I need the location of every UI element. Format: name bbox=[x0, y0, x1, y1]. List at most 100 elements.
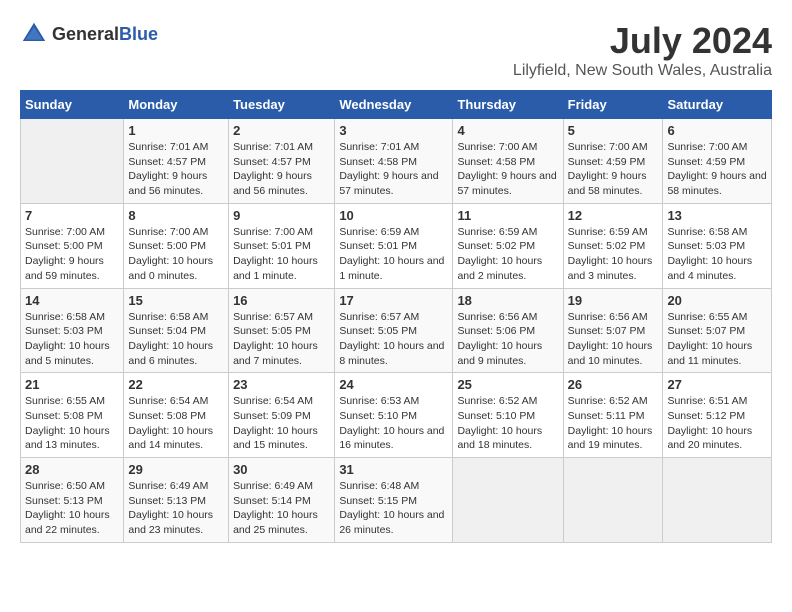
calendar-cell: 27 Sunrise: 6:51 AMSunset: 5:12 PMDayligh… bbox=[663, 373, 772, 458]
day-info: Sunrise: 6:58 AMSunset: 5:03 PMDaylight:… bbox=[25, 310, 119, 369]
day-info: Sunrise: 7:00 AMSunset: 5:00 PMDaylight:… bbox=[128, 225, 224, 284]
calendar-cell: 12 Sunrise: 6:59 AMSunset: 5:02 PMDayligh… bbox=[563, 203, 663, 288]
calendar-cell: 3Sunrise: 7:01 AMSunset: 4:58 PMDaylight… bbox=[335, 119, 453, 204]
calendar-cell: 21 Sunrise: 6:55 AMSunset: 5:08 PMDayligh… bbox=[21, 373, 124, 458]
day-number: 8 bbox=[128, 208, 224, 223]
calendar-cell bbox=[21, 119, 124, 204]
day-number: 18 bbox=[457, 293, 558, 308]
day-number: 10 bbox=[339, 208, 448, 223]
logo-text-general: General bbox=[52, 24, 119, 45]
calendar-cell: 11Sunrise: 6:59 AMSunset: 5:02 PMDayligh… bbox=[453, 203, 563, 288]
day-number: 1 bbox=[128, 123, 224, 138]
logo-text-blue: Blue bbox=[119, 24, 158, 45]
day-number: 15 bbox=[128, 293, 224, 308]
day-number: 3 bbox=[339, 123, 448, 138]
day-number: 25 bbox=[457, 377, 558, 392]
day-info: Sunrise: 6:53 AMSunset: 5:10 PMDaylight:… bbox=[339, 394, 448, 453]
day-info: Sunrise: 6:56 AMSunset: 5:07 PMDaylight:… bbox=[568, 310, 659, 369]
day-info: Sunrise: 6:52 AMSunset: 5:11 PMDaylight:… bbox=[568, 394, 659, 453]
calendar-cell: 10 Sunrise: 6:59 AMSunset: 5:01 PMDayligh… bbox=[335, 203, 453, 288]
header: General Blue July 2024 Lilyfield, New So… bbox=[20, 20, 772, 80]
header-thursday: Thursday bbox=[453, 91, 563, 119]
day-number: 16 bbox=[233, 293, 330, 308]
day-number: 20 bbox=[667, 293, 767, 308]
calendar-cell: 25 Sunrise: 6:52 AMSunset: 5:10 PMDayligh… bbox=[453, 373, 563, 458]
day-info: Sunrise: 6:55 AMSunset: 5:08 PMDaylight:… bbox=[25, 394, 119, 453]
calendar-cell: 26 Sunrise: 6:52 AMSunset: 5:11 PMDayligh… bbox=[563, 373, 663, 458]
day-info: Sunrise: 6:58 AMSunset: 5:03 PMDaylight:… bbox=[667, 225, 767, 284]
day-number: 6 bbox=[667, 123, 767, 138]
day-number: 30 bbox=[233, 462, 330, 477]
day-info: Sunrise: 6:57 AMSunset: 5:05 PMDaylight:… bbox=[339, 310, 448, 369]
day-info: Sunrise: 6:59 AMSunset: 5:02 PMDaylight:… bbox=[457, 225, 558, 284]
day-info: Sunrise: 6:48 AMSunset: 5:15 PMDaylight:… bbox=[339, 479, 448, 538]
calendar-cell: 6Sunrise: 7:00 AMSunset: 4:59 PMDaylight… bbox=[663, 119, 772, 204]
day-number: 5 bbox=[568, 123, 659, 138]
calendar-cell: 28Sunrise: 6:50 AMSunset: 5:13 PMDayligh… bbox=[21, 458, 124, 543]
day-info: Sunrise: 6:51 AMSunset: 5:12 PMDaylight:… bbox=[667, 394, 767, 453]
calendar-table: SundayMondayTuesdayWednesdayThursdayFrid… bbox=[20, 90, 772, 543]
day-info: Sunrise: 7:00 AMSunset: 4:58 PMDaylight:… bbox=[457, 140, 558, 199]
day-info: Sunrise: 6:56 AMSunset: 5:06 PMDaylight:… bbox=[457, 310, 558, 369]
header-friday: Friday bbox=[563, 91, 663, 119]
day-info: Sunrise: 6:59 AMSunset: 5:02 PMDaylight:… bbox=[568, 225, 659, 284]
day-number: 7 bbox=[25, 208, 119, 223]
calendar-week-row: 7 Sunrise: 7:00 AMSunset: 5:00 PMDaylight… bbox=[21, 203, 772, 288]
day-number: 29 bbox=[128, 462, 224, 477]
calendar-week-row: 21 Sunrise: 6:55 AMSunset: 5:08 PMDayligh… bbox=[21, 373, 772, 458]
main-title: July 2024 bbox=[513, 20, 772, 62]
calendar-cell: 7 Sunrise: 7:00 AMSunset: 5:00 PMDaylight… bbox=[21, 203, 124, 288]
calendar-cell: 19Sunrise: 6:56 AMSunset: 5:07 PMDayligh… bbox=[563, 288, 663, 373]
calendar-cell: 30 Sunrise: 6:49 AMSunset: 5:14 PMDayligh… bbox=[229, 458, 335, 543]
day-number: 24 bbox=[339, 377, 448, 392]
day-info: Sunrise: 7:01 AMSunset: 4:57 PMDaylight:… bbox=[233, 140, 330, 199]
day-info: Sunrise: 6:58 AMSunset: 5:04 PMDaylight:… bbox=[128, 310, 224, 369]
calendar-cell: 13Sunrise: 6:58 AMSunset: 5:03 PMDayligh… bbox=[663, 203, 772, 288]
day-number: 14 bbox=[25, 293, 119, 308]
calendar-cell: 15 Sunrise: 6:58 AMSunset: 5:04 PMDayligh… bbox=[124, 288, 229, 373]
calendar-cell: 24 Sunrise: 6:53 AMSunset: 5:10 PMDayligh… bbox=[335, 373, 453, 458]
day-number: 17 bbox=[339, 293, 448, 308]
day-number: 21 bbox=[25, 377, 119, 392]
calendar-header-row: SundayMondayTuesdayWednesdayThursdayFrid… bbox=[21, 91, 772, 119]
day-number: 26 bbox=[568, 377, 659, 392]
calendar-cell: 17 Sunrise: 6:57 AMSunset: 5:05 PMDayligh… bbox=[335, 288, 453, 373]
day-number: 22 bbox=[128, 377, 224, 392]
day-number: 23 bbox=[233, 377, 330, 392]
day-number: 27 bbox=[667, 377, 767, 392]
calendar-cell: 16 Sunrise: 6:57 AMSunset: 5:05 PMDayligh… bbox=[229, 288, 335, 373]
calendar-cell: 29 Sunrise: 6:49 AMSunset: 5:13 PMDayligh… bbox=[124, 458, 229, 543]
calendar-cell: 8 Sunrise: 7:00 AMSunset: 5:00 PMDaylight… bbox=[124, 203, 229, 288]
day-number: 4 bbox=[457, 123, 558, 138]
day-number: 9 bbox=[233, 208, 330, 223]
day-number: 2 bbox=[233, 123, 330, 138]
day-info: Sunrise: 6:49 AMSunset: 5:13 PMDaylight:… bbox=[128, 479, 224, 538]
day-info: Sunrise: 7:00 AMSunset: 5:01 PMDaylight:… bbox=[233, 225, 330, 284]
day-info: Sunrise: 6:52 AMSunset: 5:10 PMDaylight:… bbox=[457, 394, 558, 453]
logo-icon bbox=[20, 20, 48, 48]
calendar-cell: 31Sunrise: 6:48 AMSunset: 5:15 PMDayligh… bbox=[335, 458, 453, 543]
calendar-cell: 23Sunrise: 6:54 AMSunset: 5:09 PMDayligh… bbox=[229, 373, 335, 458]
header-monday: Monday bbox=[124, 91, 229, 119]
day-number: 12 bbox=[568, 208, 659, 223]
logo: General Blue bbox=[20, 20, 158, 48]
day-info: Sunrise: 6:54 AMSunset: 5:08 PMDaylight:… bbox=[128, 394, 224, 453]
day-info: Sunrise: 6:49 AMSunset: 5:14 PMDaylight:… bbox=[233, 479, 330, 538]
header-saturday: Saturday bbox=[663, 91, 772, 119]
calendar-week-row: 1 Sunrise: 7:01 AMSunset: 4:57 PMDaylight… bbox=[21, 119, 772, 204]
calendar-cell: 9 Sunrise: 7:00 AMSunset: 5:01 PMDaylight… bbox=[229, 203, 335, 288]
calendar-cell: 4 Sunrise: 7:00 AMSunset: 4:58 PMDaylight… bbox=[453, 119, 563, 204]
day-info: Sunrise: 6:50 AMSunset: 5:13 PMDaylight:… bbox=[25, 479, 119, 538]
calendar-cell: 22 Sunrise: 6:54 AMSunset: 5:08 PMDayligh… bbox=[124, 373, 229, 458]
day-info: Sunrise: 7:00 AMSunset: 5:00 PMDaylight:… bbox=[25, 225, 119, 284]
day-info: Sunrise: 6:57 AMSunset: 5:05 PMDaylight:… bbox=[233, 310, 330, 369]
header-wednesday: Wednesday bbox=[335, 91, 453, 119]
calendar-cell bbox=[563, 458, 663, 543]
calendar-cell bbox=[453, 458, 563, 543]
title-section: July 2024 Lilyfield, New South Wales, Au… bbox=[513, 20, 772, 80]
subtitle: Lilyfield, New South Wales, Australia bbox=[513, 62, 772, 80]
header-sunday: Sunday bbox=[21, 91, 124, 119]
calendar-week-row: 14 Sunrise: 6:58 AMSunset: 5:03 PMDayligh… bbox=[21, 288, 772, 373]
calendar-cell: 14 Sunrise: 6:58 AMSunset: 5:03 PMDayligh… bbox=[21, 288, 124, 373]
day-info: Sunrise: 6:59 AMSunset: 5:01 PMDaylight:… bbox=[339, 225, 448, 284]
